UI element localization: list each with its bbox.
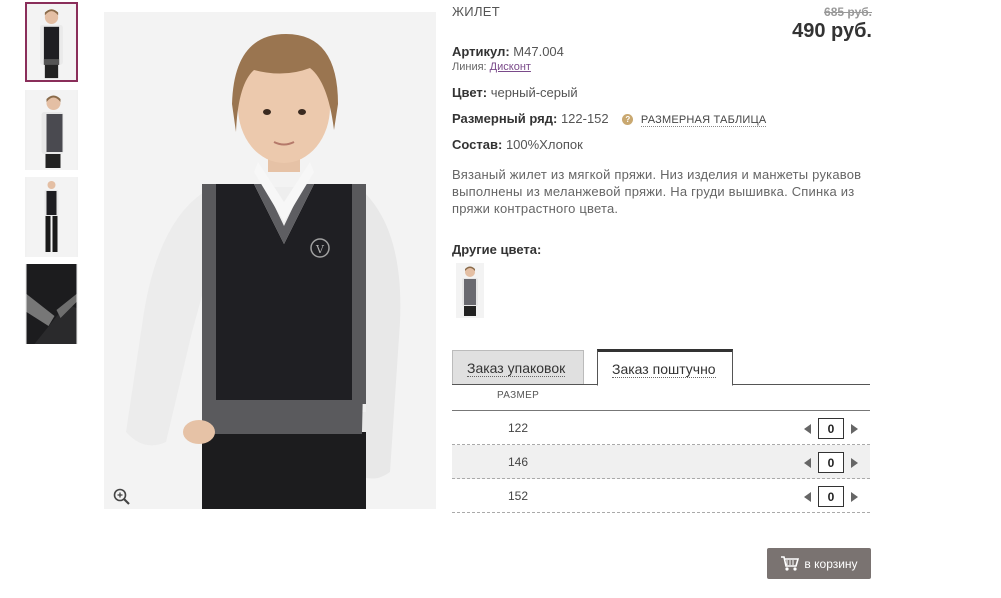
table-row: 122 xyxy=(452,411,870,445)
size-value: 146 xyxy=(508,455,529,469)
thumbnail-detail[interactable] xyxy=(25,264,78,344)
size-value: 122 xyxy=(508,421,529,435)
line-label: Линия: xyxy=(452,61,487,73)
quantity-input[interactable] xyxy=(818,486,844,507)
thumbnail-full-image xyxy=(26,177,77,257)
tab-order-single-label: Заказ поштучно xyxy=(612,361,716,378)
other-colors-label: Другие цвета: xyxy=(452,242,542,257)
current-price: 490 руб. xyxy=(792,20,872,42)
thumbnail-front-image xyxy=(27,4,76,80)
thumbnail-side[interactable] xyxy=(25,90,78,170)
thumbnail-side-image xyxy=(26,90,77,170)
cart-icon xyxy=(781,556,800,571)
svg-text:V: V xyxy=(315,243,325,256)
arrow-right-icon[interactable] xyxy=(851,491,858,502)
quantity-stepper xyxy=(804,452,858,473)
thumbnail-front[interactable] xyxy=(25,2,78,82)
size-table-link[interactable]: РАЗМЕРНАЯ ТАБЛИЦА xyxy=(640,114,767,127)
quantity-stepper xyxy=(804,486,858,507)
tab-order-single[interactable]: Заказ поштучно xyxy=(597,349,733,386)
main-product-image[interactable]: V xyxy=(104,12,436,509)
product-description: Вязаный жилет из мягкой пряжи. Низ издел… xyxy=(452,167,862,216)
article-row: Артикул: M47.004 xyxy=(452,44,564,59)
product-title: ЖИЛЕТ xyxy=(452,4,500,19)
order-tabs: Заказ упаковок Заказ поштучно xyxy=(452,349,870,386)
composition-row: Состав: 100%Хлопок xyxy=(452,137,583,152)
size-table: 122 146 152 xyxy=(452,410,870,513)
table-row: 146 xyxy=(452,445,870,479)
arrow-right-icon[interactable] xyxy=(851,423,858,434)
arrow-left-icon[interactable] xyxy=(804,457,811,468)
other-color-swatch[interactable] xyxy=(456,263,484,318)
color-label: Цвет: xyxy=(452,85,488,100)
line-row: Линия: Дисконт xyxy=(452,61,531,73)
composition-label: Состав: xyxy=(452,137,503,152)
other-color-swatch-image xyxy=(456,263,484,318)
old-price: 685 руб. xyxy=(824,5,872,19)
arrow-right-icon[interactable] xyxy=(851,457,858,468)
arrow-left-icon[interactable] xyxy=(804,491,811,502)
line-link[interactable]: Дисконт xyxy=(490,61,531,73)
color-value: черный-серый xyxy=(490,85,578,100)
article-label: Артикул: xyxy=(452,44,510,59)
add-to-cart-label: в корзину xyxy=(804,556,858,571)
boy-in-vest-illustration: V xyxy=(104,12,436,509)
size-range-row: Размерный ряд: 122-152 ? РАЗМЕРНАЯ ТАБЛИ… xyxy=(452,111,767,127)
quantity-input[interactable] xyxy=(818,452,844,473)
size-range-label: Размерный ряд: xyxy=(452,111,558,126)
thumbnail-detail-image xyxy=(26,264,77,344)
table-row: 152 xyxy=(452,479,870,513)
quantity-input[interactable] xyxy=(818,418,844,439)
size-value: 152 xyxy=(508,489,529,503)
tab-order-packs-label: Заказ упаковок xyxy=(467,360,566,377)
thumbnail-full[interactable] xyxy=(25,177,78,257)
zoom-in-icon[interactable] xyxy=(112,487,132,507)
question-icon[interactable]: ? xyxy=(622,114,634,125)
composition-value: 100%Хлопок xyxy=(505,137,583,152)
arrow-left-icon[interactable] xyxy=(804,423,811,434)
quantity-stepper xyxy=(804,418,858,439)
tab-order-packs[interactable]: Заказ упаковок xyxy=(452,350,584,384)
size-range-value: 122-152 xyxy=(560,111,609,126)
color-row: Цвет: черный-серый xyxy=(452,85,578,100)
add-to-cart-button[interactable]: в корзину xyxy=(767,548,871,579)
article-value: M47.004 xyxy=(513,44,564,59)
size-column-header: РАЗМЕР xyxy=(497,390,540,401)
